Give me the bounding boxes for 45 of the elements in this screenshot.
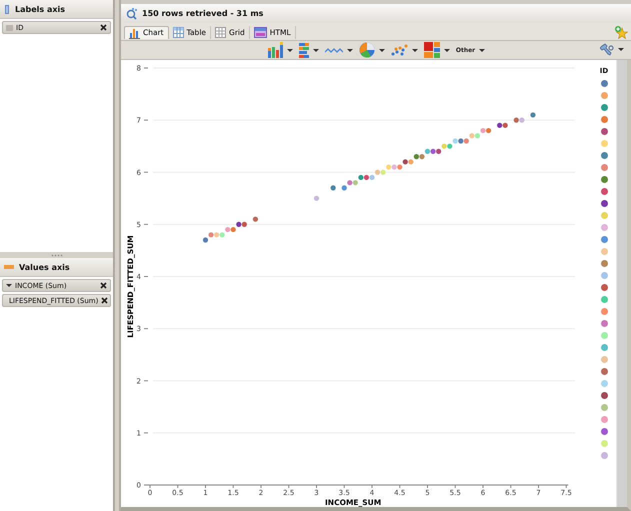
magnifier-icon [126, 8, 137, 20]
close-icon [100, 24, 107, 31]
panel-title: Values axis [19, 262, 70, 272]
remove-button[interactable] [100, 24, 107, 31]
scrollbar[interactable] [616, 60, 627, 507]
pie-chart-icon [358, 42, 375, 58]
bar-icon [4, 265, 14, 269]
caret-icon [378, 48, 385, 52]
column-icon [4, 4, 10, 14]
web-page-icon [254, 26, 267, 38]
splitter-grip-icon [50, 254, 62, 256]
chart-type-button[interactable] [298, 42, 320, 58]
data-point [330, 185, 336, 190]
caret-icon [286, 48, 293, 52]
caret-icon [346, 48, 353, 52]
line-chart-icon [324, 46, 343, 54]
data-point [314, 196, 320, 201]
grid-icon [215, 26, 226, 38]
scatter-chart-icon [390, 44, 408, 56]
caret-icon [479, 48, 486, 52]
number-type-icon [6, 24, 13, 32]
star-add-icon [614, 25, 628, 39]
remove-button[interactable] [101, 297, 108, 304]
caret-icon [412, 48, 418, 52]
data-point [252, 216, 258, 222]
bar-chart-icon [129, 26, 140, 38]
caret-icon [444, 48, 450, 52]
chart-type-button[interactable] [390, 44, 419, 56]
remove-button[interactable] [100, 282, 107, 289]
treemap-icon [424, 42, 440, 58]
chart-type-button[interactable] [422, 42, 451, 58]
table-icon [172, 26, 184, 38]
result-title: 150 rows retrieved - 31 ms [142, 9, 264, 18]
close-icon [100, 282, 107, 289]
stacked-bar-chart-icon [266, 42, 283, 58]
caret-icon [312, 48, 319, 52]
chart-type-button[interactable] [324, 46, 354, 54]
caret-icon [618, 48, 624, 51]
panel-title: Labels axis [15, 4, 65, 14]
chart-settings-button[interactable] [599, 43, 625, 56]
caret-icon [6, 284, 12, 287]
close-icon [101, 297, 108, 304]
data-point [530, 112, 536, 118]
horizontal-bar-chart-icon [298, 42, 309, 58]
wrench-icon [600, 43, 614, 56]
